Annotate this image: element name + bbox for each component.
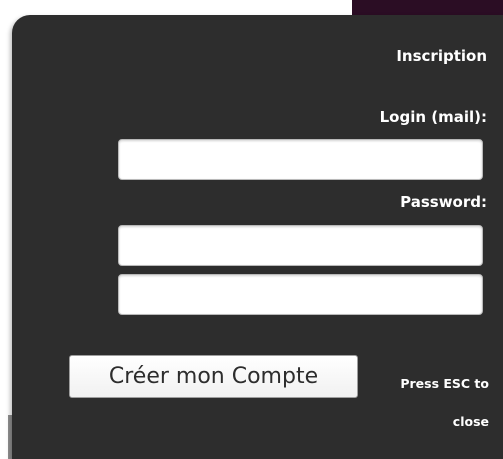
password-confirm-field[interactable] bbox=[118, 274, 483, 315]
create-account-button[interactable]: Créer mon Compte bbox=[69, 355, 358, 398]
password-label: Password: bbox=[400, 193, 487, 211]
page: Inscription Login (mail): Password: Crée… bbox=[0, 0, 503, 459]
login-label: Login (mail): bbox=[379, 108, 487, 126]
signup-title: Inscription bbox=[396, 47, 487, 65]
login-email-field[interactable] bbox=[118, 139, 483, 180]
esc-close-hint: Press ESC to close bbox=[400, 376, 489, 429]
password-field[interactable] bbox=[118, 225, 483, 266]
signup-modal: Inscription Login (mail): Password: Crée… bbox=[12, 15, 503, 459]
